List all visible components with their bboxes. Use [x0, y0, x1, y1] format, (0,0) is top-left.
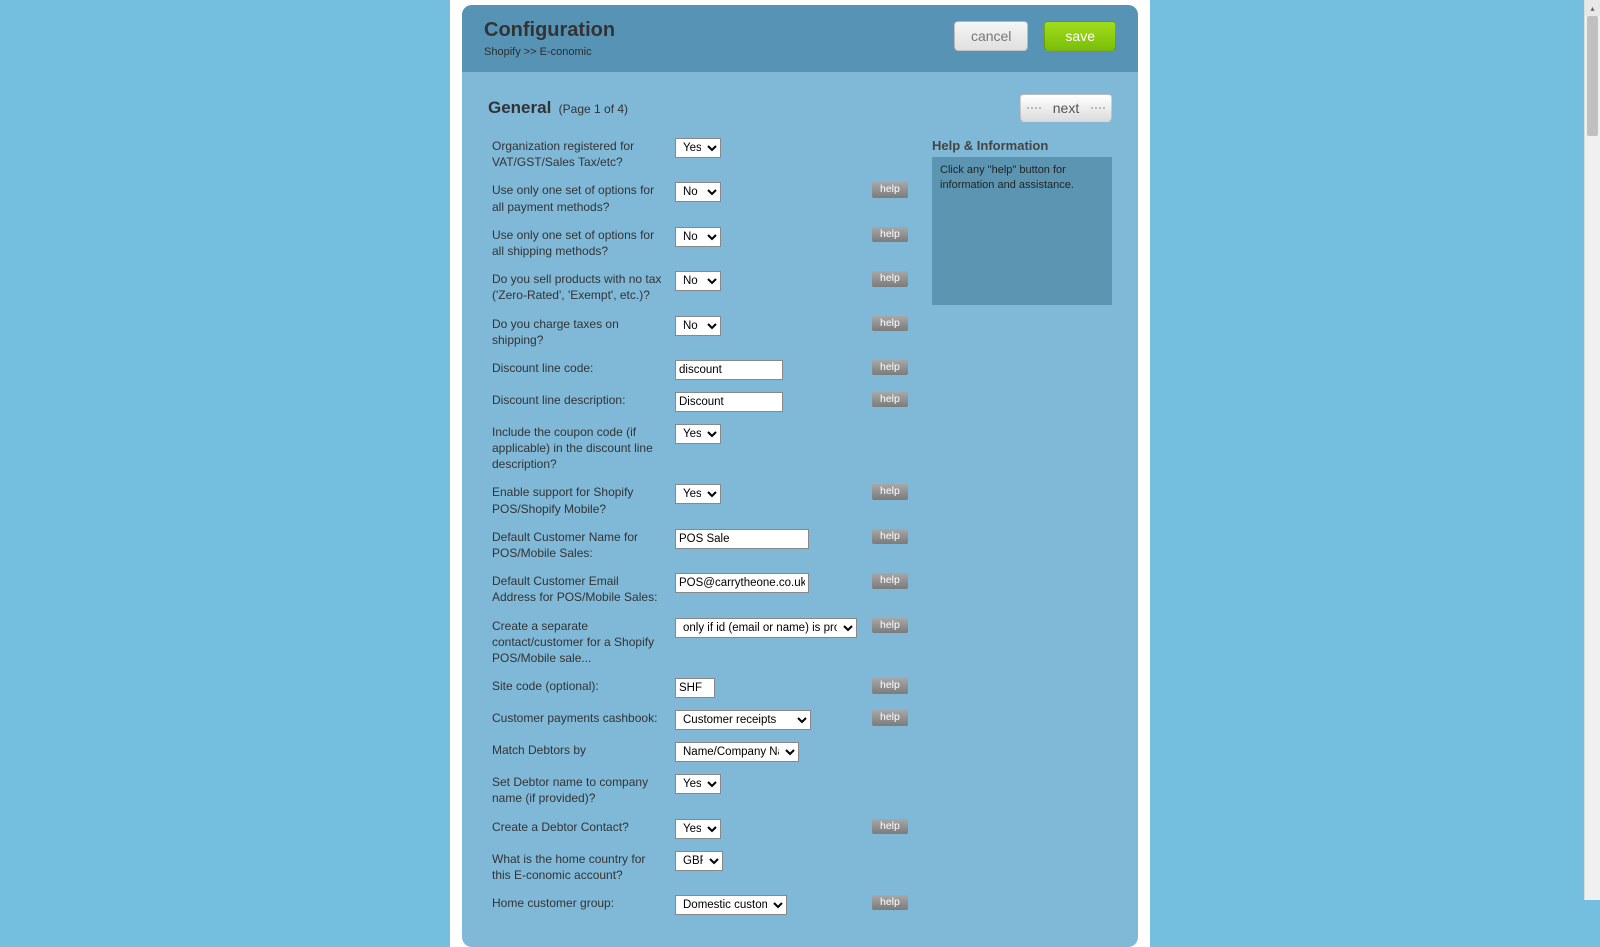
label-include_coupon: Include the coupon code (if applicable) … [488, 424, 663, 473]
input-pos_enable[interactable]: Yes [675, 484, 721, 504]
vertical-scrollbar[interactable]: ▴ [1584, 0, 1600, 900]
input-pos_name[interactable] [675, 529, 809, 549]
label-home_cust_group: Home customer group: [488, 895, 663, 911]
input-pos_email[interactable] [675, 573, 809, 593]
help-panel: Help & Information Click any "help" butt… [932, 138, 1112, 305]
configuration-card: Configuration Shopify >> E-conomic cance… [462, 5, 1138, 947]
form-row-one_payment_options: Use only one set of options for all paym… [488, 182, 908, 214]
label-cashbook: Customer payments cashbook: [488, 710, 663, 726]
next-button[interactable]: next [1020, 94, 1112, 122]
help-button-debtor_contact[interactable]: help [872, 819, 908, 835]
form-row-home_country: What is the home country for this E-cono… [488, 851, 908, 883]
help-button-home_cust_group[interactable]: help [872, 895, 908, 911]
form-row-debtor_company: Set Debtor name to company name (if prov… [488, 774, 908, 806]
header: Configuration Shopify >> E-conomic cance… [462, 5, 1138, 72]
label-pos_enable: Enable support for Shopify POS/Shopify M… [488, 484, 663, 516]
form-row-site_code: Site code (optional): help [488, 678, 908, 698]
cancel-button[interactable]: cancel [954, 21, 1028, 51]
help-panel-box: Click any "help" button for information … [932, 157, 1112, 305]
help-button-discount_desc[interactable]: help [872, 392, 908, 408]
label-discount_code: Discount line code: [488, 360, 663, 376]
form-row-tax_shipping: Do you charge taxes on shipping? No help [488, 316, 908, 348]
label-vat_registered: Organization registered for VAT/GST/Sale… [488, 138, 663, 170]
input-pos_separate[interactable]: only if id (email or name) is provided [675, 618, 857, 638]
form-row-discount_code: Discount line code: help [488, 360, 908, 380]
input-home_country[interactable]: GBR [675, 851, 723, 871]
input-debtor_company[interactable]: Yes [675, 774, 721, 794]
input-tax_shipping[interactable]: No [675, 316, 721, 336]
label-discount_desc: Discount line description: [488, 392, 663, 408]
label-one_payment_options: Use only one set of options for all paym… [488, 182, 663, 214]
save-button[interactable]: save [1044, 21, 1116, 51]
input-discount_desc[interactable] [675, 392, 783, 412]
label-one_shipping_options: Use only one set of options for all ship… [488, 227, 663, 259]
help-button-pos_name[interactable]: help [872, 529, 908, 545]
label-pos_name: Default Customer Name for POS/Mobile Sal… [488, 529, 663, 561]
breadcrumb: Shopify >> E-conomic [484, 46, 615, 58]
label-home_country: What is the home country for this E-cono… [488, 851, 663, 883]
help-button-pos_enable[interactable]: help [872, 484, 908, 500]
form-column: Organization registered for VAT/GST/Sale… [488, 138, 908, 927]
help-button-one_shipping_options[interactable]: help [872, 227, 908, 243]
help-button-discount_code[interactable]: help [872, 360, 908, 376]
form-row-include_coupon: Include the coupon code (if applicable) … [488, 424, 908, 473]
page-indicator: (Page 1 of 4) [559, 102, 628, 116]
help-button-cashbook[interactable]: help [872, 710, 908, 726]
form-row-pos_separate: Create a separate contact/customer for a… [488, 618, 908, 667]
input-site_code[interactable] [675, 678, 715, 698]
label-tax_shipping: Do you charge taxes on shipping? [488, 316, 663, 348]
input-one_shipping_options[interactable]: No [675, 227, 721, 247]
help-button-zero_rated[interactable]: help [872, 271, 908, 287]
form-row-one_shipping_options: Use only one set of options for all ship… [488, 227, 908, 259]
input-discount_code[interactable] [675, 360, 783, 380]
input-cashbook[interactable]: Customer receipts [675, 710, 811, 730]
page-title: Configuration [484, 19, 615, 42]
input-home_cust_group[interactable]: Domestic customers [675, 895, 787, 915]
help-button-pos_email[interactable]: help [872, 573, 908, 589]
label-pos_email: Default Customer Email Address for POS/M… [488, 573, 663, 605]
label-pos_separate: Create a separate contact/customer for a… [488, 618, 663, 667]
form-row-pos_name: Default Customer Name for POS/Mobile Sal… [488, 529, 908, 561]
input-one_payment_options[interactable]: No [675, 182, 721, 202]
input-include_coupon[interactable]: Yes [675, 424, 721, 444]
help-button-one_payment_options[interactable]: help [872, 182, 908, 198]
section-title: General [488, 98, 551, 117]
input-vat_registered[interactable]: Yes [675, 138, 721, 158]
scrollbar-thumb[interactable] [1587, 16, 1598, 136]
label-debtor_contact: Create a Debtor Contact? [488, 819, 663, 835]
form-row-discount_desc: Discount line description: help [488, 392, 908, 412]
form-row-match_debtors: Match Debtors by Name/Company Name [488, 742, 908, 762]
form-row-vat_registered: Organization registered for VAT/GST/Sale… [488, 138, 908, 170]
scroll-up-arrow-icon[interactable]: ▴ [1585, 0, 1600, 16]
form-row-home_cust_group: Home customer group: Domestic customers he… [488, 895, 908, 915]
input-zero_rated[interactable]: No [675, 271, 721, 291]
help-button-pos_separate[interactable]: help [872, 618, 908, 634]
form-row-cashbook: Customer payments cashbook: Customer rece… [488, 710, 908, 730]
label-site_code: Site code (optional): [488, 678, 663, 694]
label-match_debtors: Match Debtors by [488, 742, 663, 758]
help-button-site_code[interactable]: help [872, 678, 908, 694]
form-row-pos_email: Default Customer Email Address for POS/M… [488, 573, 908, 605]
help-panel-title: Help & Information [932, 138, 1112, 153]
form-row-pos_enable: Enable support for Shopify POS/Shopify M… [488, 484, 908, 516]
form-row-zero_rated: Do you sell products with no tax ('Zero-… [488, 271, 908, 303]
label-zero_rated: Do you sell products with no tax ('Zero-… [488, 271, 663, 303]
form-row-debtor_contact: Create a Debtor Contact? Yes help [488, 819, 908, 839]
input-match_debtors[interactable]: Name/Company Name [675, 742, 799, 762]
label-debtor_company: Set Debtor name to company name (if prov… [488, 774, 663, 806]
input-debtor_contact[interactable]: Yes [675, 819, 721, 839]
help-button-tax_shipping[interactable]: help [872, 316, 908, 332]
